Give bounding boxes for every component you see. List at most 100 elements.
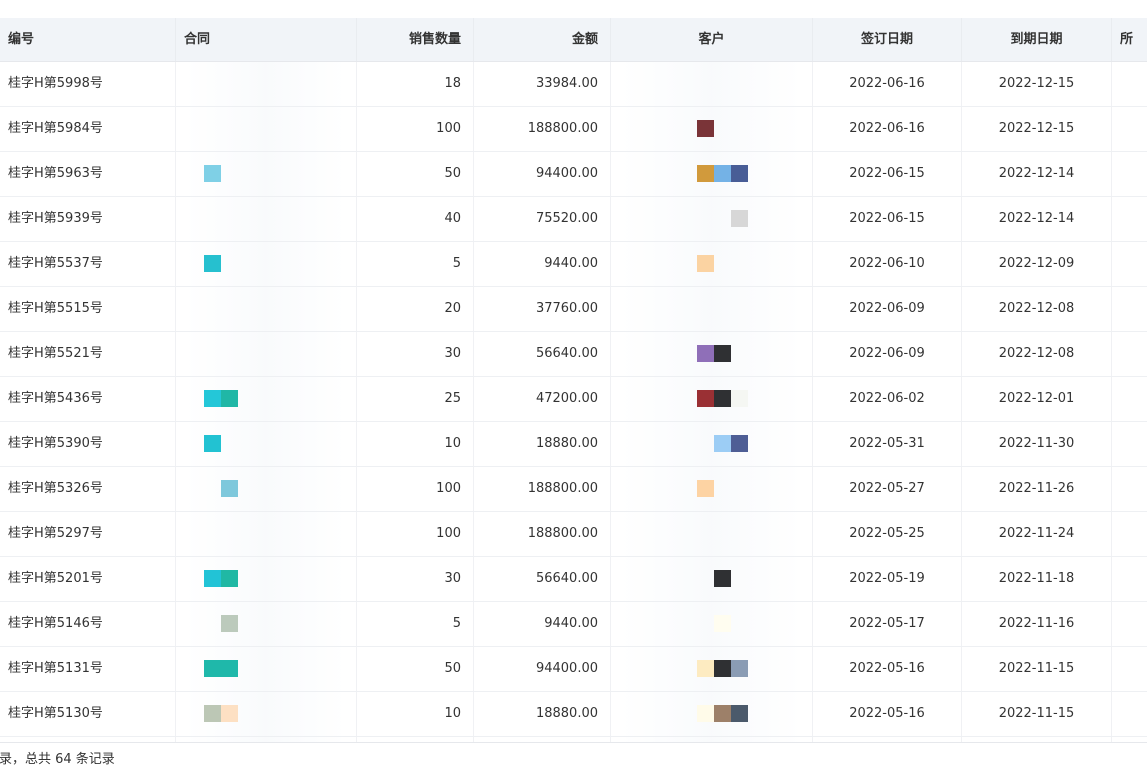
cell-amount: 18880.00 <box>474 692 611 736</box>
table-row[interactable]: 桂字H第5537号 5 9440.00 2022-06-10 2022-12-09 <box>0 242 1147 287</box>
cell-contract-number: 桂字H第5297号 <box>0 512 176 556</box>
mosaic-tile <box>204 615 221 632</box>
cell-amount: 9440.00 <box>474 602 611 646</box>
redaction-mosaic <box>697 165 748 183</box>
table-row[interactable]: 桂字H第5515号 20 37760.00 2022-06-09 2022-12-08 <box>0 287 1147 332</box>
table-row[interactable]: 桂字H第5939号 40 75520.00 2022-06-15 2022-12-14 <box>0 197 1147 242</box>
cell-contract-number: 桂字H第5515号 <box>0 287 176 331</box>
cell-sign-date: 2022-06-16 <box>813 62 962 106</box>
cell-contract-redacted <box>176 602 357 646</box>
table-row[interactable]: 桂字H第5390号 10 18880.00 2022-05-31 2022-11-30 <box>0 422 1147 467</box>
cell-customer-redacted <box>611 287 813 331</box>
cell-due-date: 2022-11-26 <box>962 467 1112 511</box>
column-header-quantity[interactable]: 销售数量 <box>357 18 474 61</box>
table-row[interactable]: 桂字H第5984号 100 188800.00 2022-06-16 2022-12-1… <box>0 107 1147 152</box>
table-row[interactable]: 桂字H第5146号 5 9440.00 2022-05-17 2022-11-16 <box>0 602 1147 647</box>
table-row[interactable]: 桂字H第5436号 25 47200.00 2022-06-02 2022-12-01 <box>0 377 1147 422</box>
table-row[interactable]: 桂字H第5131号 50 94400.00 2022-05-16 2022-11-15 <box>0 647 1147 692</box>
cell-customer-redacted <box>611 62 813 106</box>
redaction-mosaic <box>697 660 748 678</box>
table-row[interactable]: 桂字H第5998号 18 33984.00 2022-06-16 2022-12-15 <box>0 62 1147 107</box>
cell-customer-redacted <box>611 377 813 421</box>
cell-amount: 94400.00 <box>474 647 611 691</box>
cell-quantity: 100 <box>357 107 474 151</box>
column-header-extra[interactable]: 所 <box>1112 18 1147 61</box>
mosaic-tile <box>697 435 714 452</box>
column-header-amount[interactable]: 金额 <box>474 18 611 61</box>
table-row[interactable]: 桂字H第5297号 100 188800.00 2022-05-25 2022-11-2… <box>0 512 1147 557</box>
mosaic-tile <box>697 660 714 677</box>
cell-extra <box>1112 152 1147 196</box>
table-row[interactable]: 桂字H第5521号 30 56640.00 2022-06-09 2022-12-08 <box>0 332 1147 377</box>
cell-quantity: 40 <box>357 197 474 241</box>
table-row[interactable]: 桂字H第5326号 100 188800.00 2022-05-27 2022-11-2… <box>0 467 1147 512</box>
cell-due-date: 2022-11-24 <box>962 512 1112 556</box>
cell-customer-redacted <box>611 602 813 646</box>
cell-amount: 188800.00 <box>474 512 611 556</box>
column-header-contract[interactable]: 合同 <box>176 18 357 61</box>
cell-extra <box>1112 287 1147 331</box>
cell-extra <box>1112 692 1147 736</box>
mosaic-tile <box>731 435 748 452</box>
cell-due-date: 2022-12-14 <box>962 152 1112 196</box>
cell-quantity: 10 <box>357 422 474 466</box>
cell-quantity: 5 <box>357 242 474 286</box>
pagination-summary: 记录，总共 64 条记录 <box>0 742 1147 776</box>
mosaic-tile <box>714 165 731 182</box>
mosaic-tile <box>697 705 714 722</box>
cell-sign-date: 2022-05-19 <box>813 557 962 601</box>
cell-contract-redacted <box>176 377 357 421</box>
cell-contract-redacted <box>176 152 357 196</box>
column-header-due-date[interactable]: 到期日期 <box>962 18 1112 61</box>
cell-quantity: 100 <box>357 512 474 556</box>
cell-sign-date: 2022-05-16 <box>813 692 962 736</box>
mosaic-tile <box>221 570 238 587</box>
cell-amount: 37760.00 <box>474 287 611 331</box>
mosaic-tile <box>697 615 714 632</box>
sales-contract-table: 编号 合同 销售数量 金额 客户 签订日期 到期日期 所 桂字H第5998号 18… <box>0 18 1147 742</box>
cell-quantity: 5 <box>357 602 474 646</box>
redaction-mosaic <box>204 435 221 453</box>
mosaic-tile <box>731 210 748 227</box>
cell-extra <box>1112 467 1147 511</box>
column-header-customer[interactable]: 客户 <box>611 18 813 61</box>
redaction-mosaic <box>697 120 714 138</box>
cell-contract-number: 桂字H第5326号 <box>0 467 176 511</box>
cell-contract-redacted <box>176 62 357 106</box>
cell-contract-number: 桂字H第5984号 <box>0 107 176 151</box>
redaction-blur <box>621 62 802 106</box>
mosaic-tile <box>204 390 221 407</box>
cell-amount: 47200.00 <box>474 377 611 421</box>
cell-customer-redacted <box>611 242 813 286</box>
mosaic-tile <box>714 615 731 632</box>
cell-due-date: 2022-12-15 <box>962 62 1112 106</box>
toolbar-strip <box>0 0 1147 19</box>
mosaic-tile <box>697 255 714 272</box>
record-count-text: 记录，总共 64 条记录 <box>0 752 115 767</box>
redaction-blur <box>186 287 346 331</box>
cell-amount: 9440.00 <box>474 242 611 286</box>
cell-customer-redacted <box>611 647 813 691</box>
redaction-mosaic <box>697 210 748 228</box>
redaction-mosaic <box>204 615 238 633</box>
table-row[interactable]: 桂字H第5201号 30 56640.00 2022-05-19 2022-11-18 <box>0 557 1147 602</box>
cell-customer-redacted <box>611 152 813 196</box>
cell-contract-redacted <box>176 557 357 601</box>
mosaic-tile <box>714 345 731 362</box>
cell-contract-redacted <box>176 647 357 691</box>
redaction-blur <box>621 512 802 556</box>
table-row[interactable]: 桂字H第5963号 50 94400.00 2022-06-15 2022-12-14 <box>0 152 1147 197</box>
table-row[interactable]: 桂字H第5130号 10 18880.00 2022-05-16 2022-11-15 <box>0 692 1147 737</box>
cell-extra <box>1112 512 1147 556</box>
cell-amount: 33984.00 <box>474 62 611 106</box>
column-header-sign-date[interactable]: 签订日期 <box>813 18 962 61</box>
cell-extra <box>1112 557 1147 601</box>
column-header-id[interactable]: 编号 <box>0 18 176 61</box>
cell-contract-number: 桂字H第5130号 <box>0 692 176 736</box>
mosaic-tile <box>697 120 714 137</box>
cell-contract-number: 桂字H第5131号 <box>0 647 176 691</box>
mosaic-tile <box>204 165 221 182</box>
cell-extra <box>1112 422 1147 466</box>
mosaic-tile <box>697 480 714 497</box>
cell-contract-redacted <box>176 422 357 466</box>
